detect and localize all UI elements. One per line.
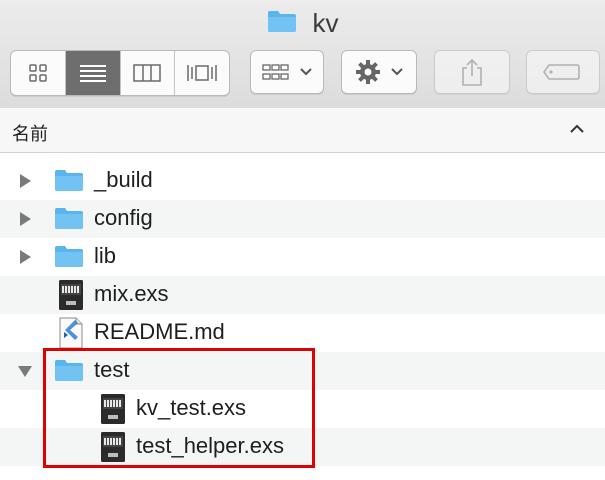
tag-icon xyxy=(543,64,580,80)
chevron-down-icon xyxy=(300,68,312,76)
cover-flow-view-button[interactable] xyxy=(175,51,229,95)
file-name: README.md xyxy=(94,319,225,344)
folder-icon xyxy=(54,206,84,230)
cover-flow-icon xyxy=(187,65,217,81)
gear-icon xyxy=(356,60,380,84)
file-row-readme[interactable]: README.md xyxy=(0,314,605,352)
file-row-mix-exs[interactable]: mix.exs xyxy=(0,276,605,314)
highlight-box xyxy=(43,348,315,468)
grid-icon xyxy=(262,64,289,80)
folder-icon xyxy=(267,9,297,38)
folder-icon xyxy=(54,168,84,192)
file-name: lib xyxy=(94,243,117,268)
view-mode-control xyxy=(10,50,230,96)
file-row-config[interactable]: config xyxy=(0,200,605,238)
file-row-build[interactable]: _build xyxy=(0,162,605,200)
markdown-file-icon xyxy=(58,317,84,349)
share-button[interactable] xyxy=(434,50,510,94)
window-titlebar: kv xyxy=(0,0,605,109)
disclosure-triangle-expanded-icon[interactable] xyxy=(18,364,32,378)
tag-button[interactable] xyxy=(526,50,600,94)
disclosure-triangle-collapsed-icon[interactable] xyxy=(18,212,32,226)
chevron-down-icon xyxy=(391,68,403,76)
list-column-header[interactable]: 名前 xyxy=(0,108,605,153)
group-by-button[interactable] xyxy=(250,50,324,94)
name-column-header[interactable]: 名前 xyxy=(12,120,48,146)
list-icon xyxy=(79,65,106,82)
file-row-lib[interactable]: lib xyxy=(0,238,605,276)
disclosure-triangle-collapsed-icon[interactable] xyxy=(18,250,32,264)
file-name: _build xyxy=(94,167,153,192)
columns-icon xyxy=(133,64,162,82)
share-icon xyxy=(462,58,482,86)
action-button[interactable] xyxy=(341,50,417,94)
grid-icon xyxy=(29,64,47,82)
executable-file-icon xyxy=(58,279,84,311)
file-name: mix.exs xyxy=(94,281,169,306)
column-view-button[interactable] xyxy=(121,51,176,95)
file-name: config xyxy=(94,205,153,230)
disclosure-triangle-collapsed-icon[interactable] xyxy=(18,174,32,188)
window-title-text: kv xyxy=(312,8,339,38)
icon-view-button[interactable] xyxy=(11,51,66,95)
window-title: kv xyxy=(0,8,605,39)
chevron-up-icon[interactable] xyxy=(569,124,585,134)
folder-icon xyxy=(54,244,84,268)
list-view-button[interactable] xyxy=(65,51,121,95)
